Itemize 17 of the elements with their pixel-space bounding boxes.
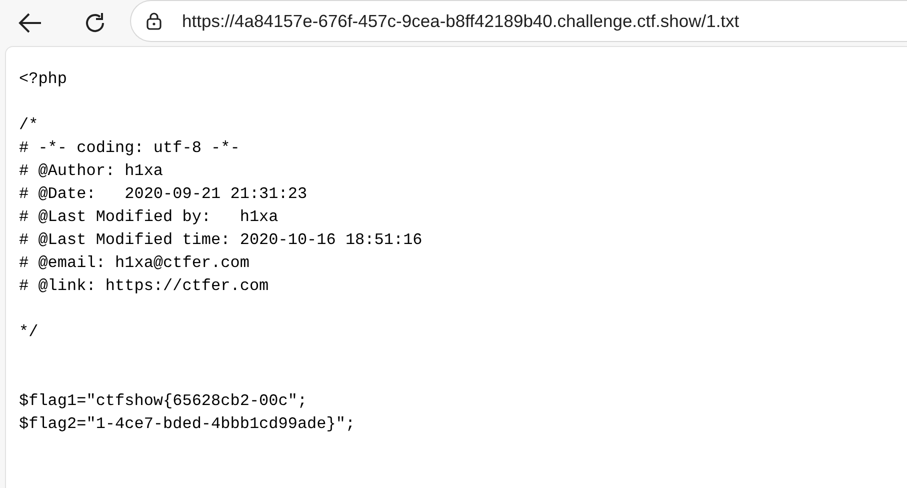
address-bar[interactable]: https://4a84157e-676f-457c-9cea-b8ff42189b40.challenge.ctf.show/1.txt: [130, 0, 907, 42]
url-text: https://4a84157e-676f-457c-9cea-b8ff42189b40.challenge.ctf.show/1.txt: [182, 10, 740, 33]
code-line: $flag2="1-4ce7-bded-4bbb1cd99ade}";: [19, 415, 356, 433]
code-line: # @link: https://ctfer.com: [19, 277, 269, 295]
code-line: */: [19, 323, 38, 341]
code-line: $flag1="ctfshow{65628cb2-00c";: [19, 392, 308, 410]
reload-icon: [83, 11, 107, 35]
code-line: # @Last Modified by: h1xa: [19, 208, 278, 226]
code-line: # @Author: h1xa: [19, 162, 164, 180]
lock-icon: [146, 12, 162, 30]
code-line: /*: [19, 116, 38, 134]
code-line: # @Date: 2020-09-21 21:31:23: [19, 185, 308, 203]
back-icon: [17, 12, 43, 34]
code-line: # -*- coding: utf-8 -*-: [19, 139, 240, 157]
code-line: # @Last Modified time: 2020-10-16 18:51:16: [19, 231, 422, 249]
code-line: <?php: [19, 70, 68, 88]
code-line: # @email: h1xa@ctfer.com: [19, 254, 250, 272]
